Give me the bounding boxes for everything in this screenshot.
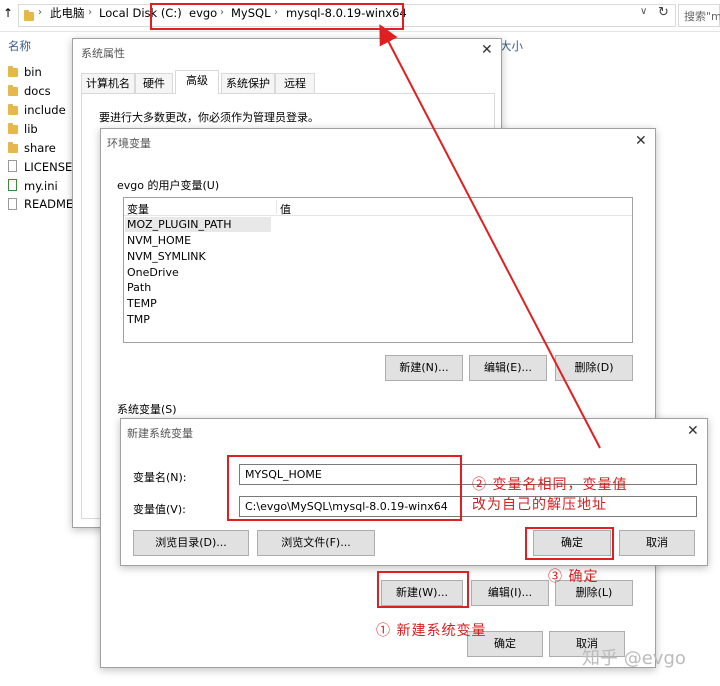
annotation-step-3: ③ 确定 <box>548 569 599 585</box>
watermark: 知乎 @evgo <box>582 648 686 669</box>
arrow-annotation <box>379 24 601 449</box>
annotation-step-2-line1: ② 变量名相同，变量值 <box>472 477 628 493</box>
annotation-step-1: ① 新建系统变量 <box>376 623 487 639</box>
annotation-step-2-line2: 改为自己的解压地址 <box>472 497 607 513</box>
